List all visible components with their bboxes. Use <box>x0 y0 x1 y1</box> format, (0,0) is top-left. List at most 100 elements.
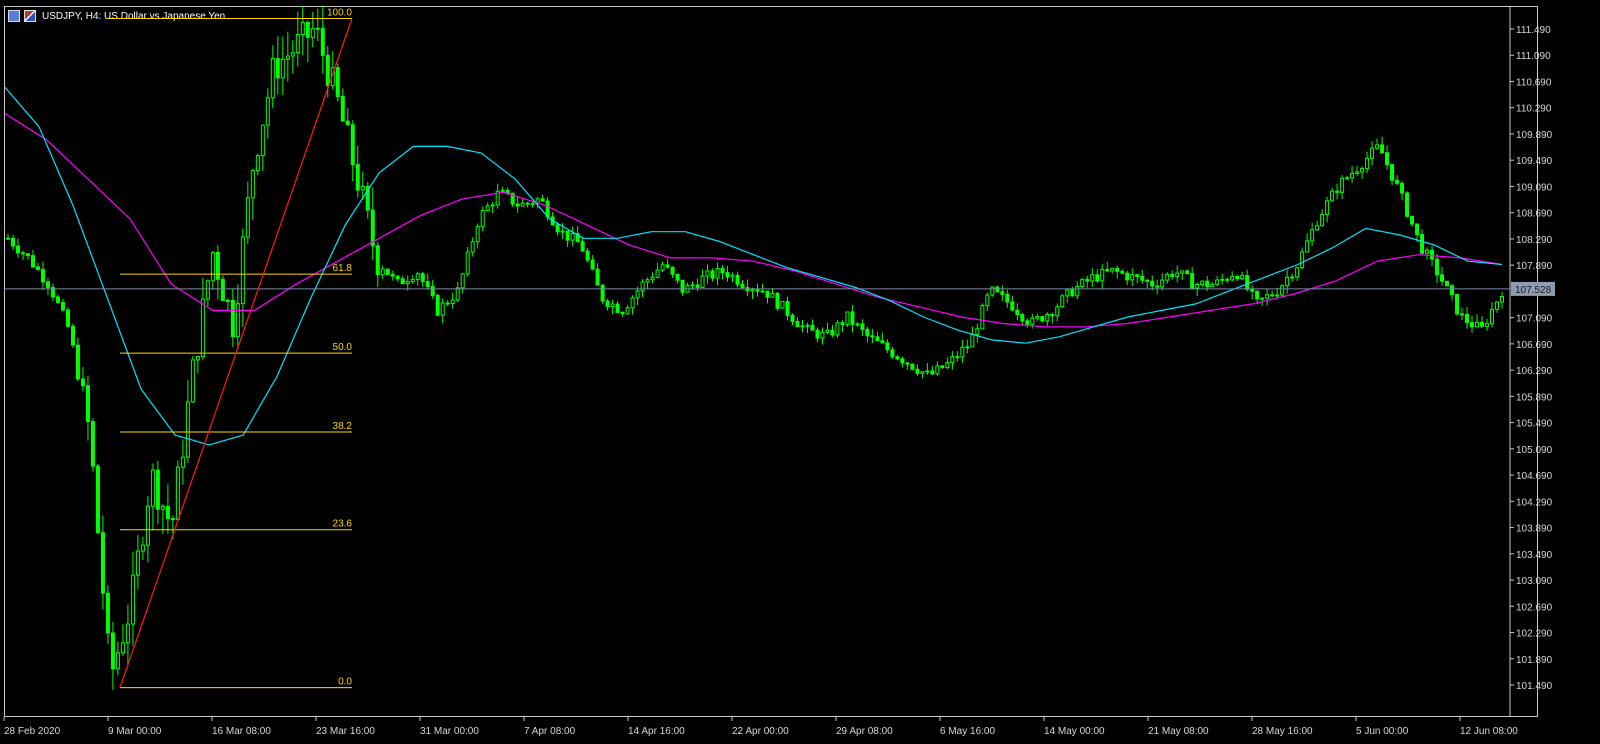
candle-body <box>810 324 815 331</box>
candle-body <box>1060 295 1065 308</box>
candle-body <box>45 281 50 288</box>
price-tick-label: 109.890 <box>1516 130 1553 141</box>
candle-body <box>925 370 930 373</box>
candle-body <box>825 329 830 333</box>
candle-body <box>260 124 265 157</box>
candle-body <box>1420 234 1425 254</box>
price-tick-label: 102.290 <box>1516 629 1553 640</box>
candle-body <box>1440 274 1445 282</box>
candle-body <box>255 155 260 172</box>
candle-body <box>770 292 775 298</box>
candle-body <box>310 27 315 38</box>
candle-body <box>570 233 575 241</box>
candle-body <box>15 245 20 254</box>
candle-body <box>1260 297 1265 300</box>
candle-body <box>1165 273 1170 281</box>
candle-body <box>1350 172 1355 179</box>
candle-body <box>1460 313 1465 316</box>
candle-body <box>1395 179 1400 184</box>
candle-body <box>1190 273 1195 289</box>
candle-body <box>110 632 115 670</box>
candle-body <box>100 532 105 594</box>
time-tick-label: 14 May 00:00 <box>1044 726 1105 737</box>
candle-body <box>455 287 460 301</box>
candle-body <box>920 371 925 374</box>
candle-body <box>220 278 225 301</box>
candle-body <box>375 245 380 276</box>
candle-body <box>1120 270 1125 274</box>
candle-body <box>725 272 730 278</box>
candle-body <box>275 58 280 79</box>
candle-body <box>395 275 400 280</box>
price-tick-label: 110.290 <box>1516 104 1552 115</box>
candle-body <box>180 456 185 468</box>
candle-body <box>1485 323 1490 327</box>
candle-body <box>470 241 475 253</box>
candle-body <box>625 307 630 315</box>
candle-body <box>705 270 710 277</box>
candle-body <box>820 331 825 339</box>
candle-body <box>1310 229 1315 242</box>
candle-body <box>655 269 660 278</box>
candle-body <box>1080 278 1085 288</box>
candle-body <box>965 346 970 349</box>
candle-body <box>1010 301 1015 311</box>
candle-body <box>1230 275 1235 281</box>
candle-body <box>970 333 975 348</box>
price-chart[interactable]: 111.490 111.090 110.690 110.290 109.890 109.4… <box>0 0 1600 744</box>
candle-body <box>340 96 345 122</box>
fibonacci-retracement[interactable]: 100.0 61.8 50.0 38.2 23.6 0.0 <box>108 8 353 689</box>
candle-body <box>890 349 895 358</box>
candle-body <box>855 323 860 326</box>
price-tick-label: 102.690 <box>1516 602 1553 613</box>
chart-window[interactable]: USDJPY, H4: US Dollar vs Japanese Yen 11… <box>0 0 1600 744</box>
candle-body <box>905 362 910 365</box>
candle-body <box>1335 190 1340 193</box>
candle-body <box>380 268 385 276</box>
candle-body <box>1240 275 1245 280</box>
candle-body <box>1125 272 1130 281</box>
candle-body <box>1390 164 1395 181</box>
candle-body <box>1415 223 1420 236</box>
candle-body <box>80 378 85 387</box>
candle-body <box>245 197 250 238</box>
candle-body <box>10 237 15 247</box>
candle-body <box>785 300 790 316</box>
candle-body <box>305 21 310 38</box>
candle-body <box>20 252 25 255</box>
candle-body <box>1455 293 1460 315</box>
candle-body <box>1405 192 1410 217</box>
candle-body <box>200 298 205 358</box>
candle-body <box>1040 316 1045 322</box>
candle-body <box>1470 322 1475 328</box>
candle-body <box>695 284 700 288</box>
price-tick-label: 103.490 <box>1516 550 1553 561</box>
candle-body <box>760 290 765 293</box>
candle-body <box>955 356 960 359</box>
price-tick-label: 103.890 <box>1516 524 1553 535</box>
time-tick-label: 16 Mar 08:00 <box>212 726 271 737</box>
time-tick-label: 31 Mar 00:00 <box>420 726 479 737</box>
candle-body <box>120 642 125 654</box>
candle-body <box>895 356 900 360</box>
time-tick-label: 12 Jun 08:00 <box>1460 726 1518 737</box>
candle-body <box>6 237 10 240</box>
candle-body <box>1445 280 1450 287</box>
candle-body <box>860 323 865 330</box>
candle-body <box>690 284 695 287</box>
candle-body <box>410 279 415 283</box>
candle-body <box>385 268 390 276</box>
candle-body <box>1385 152 1390 166</box>
candle-body <box>710 270 715 279</box>
candle-body <box>1220 278 1225 281</box>
candle-body <box>150 469 155 507</box>
candle-body <box>390 274 395 277</box>
candle-body <box>620 311 625 315</box>
candle-body <box>1180 270 1185 274</box>
candle-body <box>990 286 995 296</box>
candle-body <box>295 33 300 54</box>
candle-body <box>795 320 800 328</box>
price-tick-label: 107.090 <box>1516 314 1553 325</box>
candle-body <box>875 336 880 342</box>
time-tick-label: 9 Mar 00:00 <box>108 726 162 737</box>
